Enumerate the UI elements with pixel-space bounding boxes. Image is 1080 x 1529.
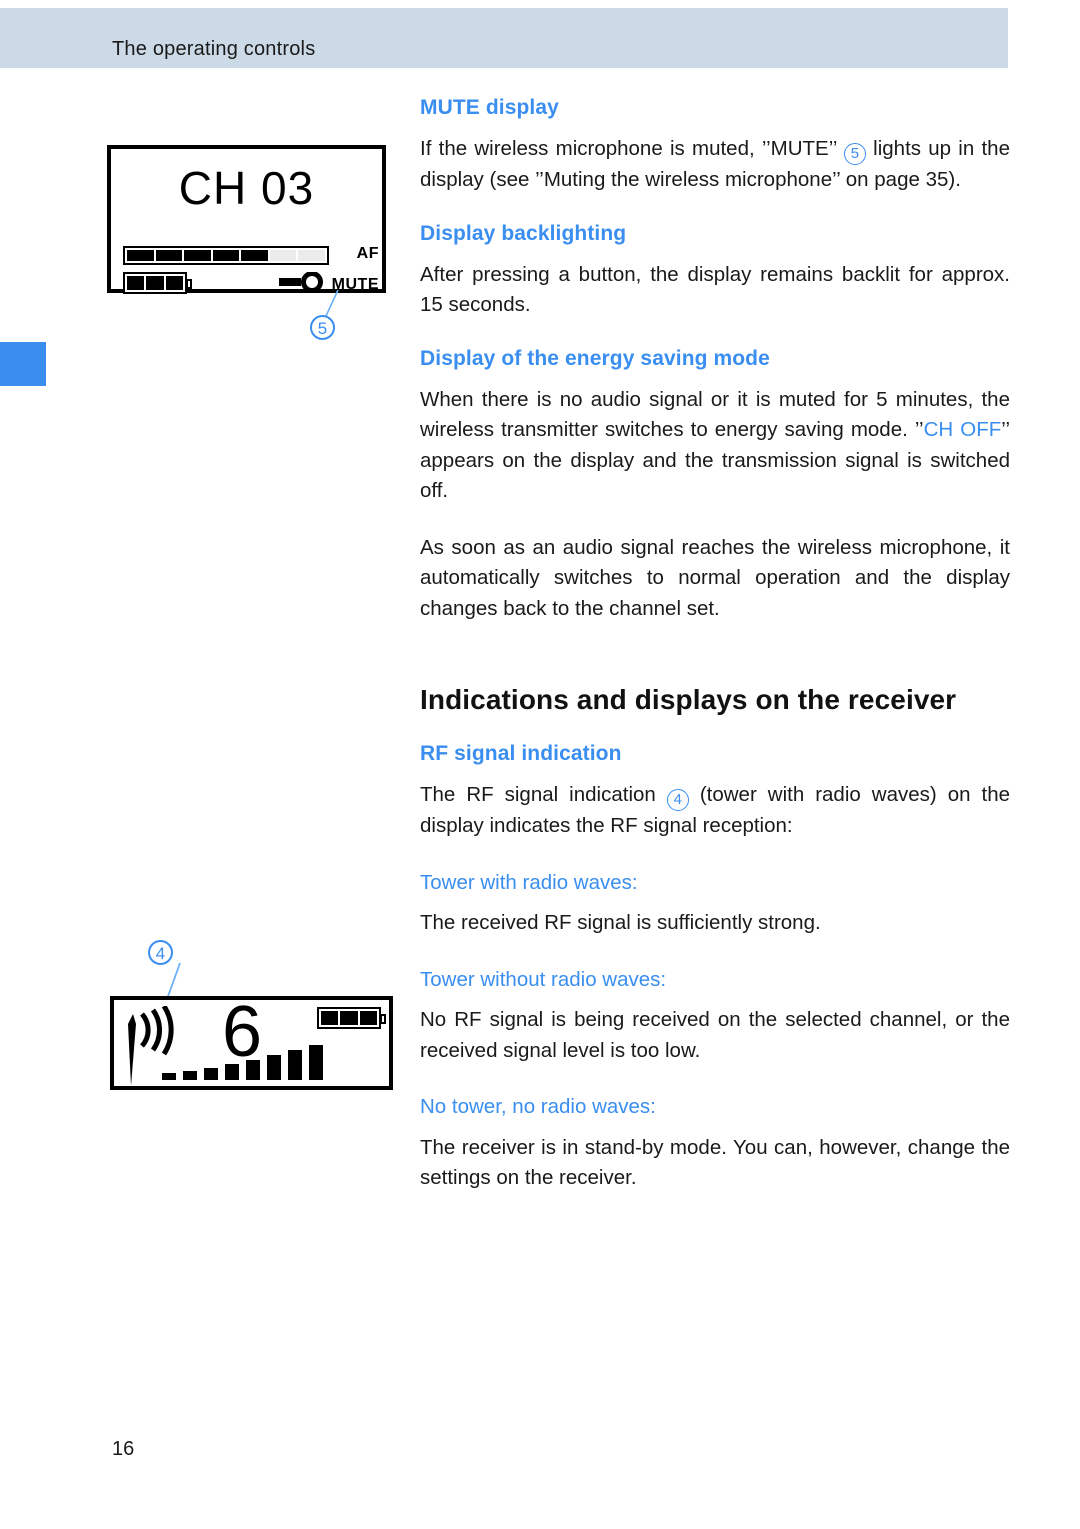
page-header-title: The operating controls xyxy=(112,38,316,60)
heading-indications-receiver: Indications and displays on the receiver xyxy=(420,684,957,715)
ch-off-highlight: CH OFF xyxy=(923,418,1002,441)
receiver-lcd-figure: 6 xyxy=(110,996,393,1090)
battery-cell xyxy=(165,276,183,290)
af-label: AF xyxy=(356,245,379,262)
callout-marker-5: 5 xyxy=(310,315,335,340)
energy-body-part-1: When there is no audio signal or it is m… xyxy=(420,387,1010,442)
battery-icon xyxy=(123,272,192,294)
rf-bar xyxy=(267,1055,281,1080)
paragraph-tower-without-waves: No RF signal is being received on the se… xyxy=(420,1008,1010,1062)
paragraph-rf-signal-indication: The RF signal indication 4 (tower with r… xyxy=(420,780,1010,842)
label-tower-with-waves: Tower with radio waves: xyxy=(420,870,638,894)
battery-terminal xyxy=(186,279,192,289)
heading-display-backlighting: Display backlighting xyxy=(420,221,627,245)
heading-rf-signal-indication: RF signal indication xyxy=(420,742,622,765)
mute-body-part-1: If the wireless microphone is muted, ’’M… xyxy=(420,137,837,160)
battery-terminal xyxy=(380,1014,386,1024)
af-segment xyxy=(184,250,211,261)
inline-callout-4: 4 xyxy=(666,789,689,811)
paragraph-energy-saving-2: As soon as an audio signal reaches the w… xyxy=(420,535,1010,620)
rf-bar xyxy=(309,1045,323,1080)
rf-bar xyxy=(183,1071,197,1080)
af-level-bargraph xyxy=(123,246,329,265)
paragraph-mute-display: If the wireless microphone is muted, ’’M… xyxy=(420,134,1010,196)
af-segment xyxy=(298,250,326,261)
af-segment xyxy=(269,250,297,261)
paragraph-no-tower-no-waves: The receiver is in stand-by mode. You ca… xyxy=(420,1135,1010,1190)
af-segment xyxy=(127,250,154,261)
label-no-tower-no-waves: No tower, no radio waves: xyxy=(420,1095,656,1118)
battery-cell xyxy=(359,1011,377,1025)
battery-cell xyxy=(146,276,164,290)
key-icon xyxy=(278,271,325,297)
battery-icon xyxy=(317,1007,386,1029)
page-number: 16 xyxy=(112,1438,135,1460)
af-segment xyxy=(155,250,183,261)
paragraph-energy-saving-1: When there is no audio signal or it is m… xyxy=(420,385,1010,507)
af-level-row: AF xyxy=(123,245,379,267)
main-text-column: MUTE display If the wireless microphone … xyxy=(420,96,1010,1194)
rf-bar xyxy=(162,1073,176,1080)
chapter-edge-tab xyxy=(0,342,46,386)
paragraph-display-backlighting: After pressing a button, the display rem… xyxy=(420,262,1010,317)
transmitter-lcd-figure: CH 03 AF MUTE xyxy=(107,145,386,294)
battery-cell xyxy=(340,1011,358,1025)
rf-body-part-1: The RF signal indication xyxy=(420,783,656,806)
callout-marker-4: 4 xyxy=(148,940,173,965)
rf-level-staircase-bargraph xyxy=(162,1045,323,1080)
inline-callout-5: 5 xyxy=(843,143,866,165)
heading-energy-saving-mode: Display of the energy saving mode xyxy=(420,346,770,370)
rf-bar xyxy=(288,1050,302,1080)
rf-bar xyxy=(204,1068,218,1080)
battery-cell xyxy=(321,1011,339,1025)
battery-cell xyxy=(127,276,145,290)
rf-bar xyxy=(225,1064,239,1080)
heading-mute-display: MUTE display xyxy=(420,96,559,119)
rf-bar xyxy=(246,1060,260,1080)
af-segment xyxy=(241,250,268,261)
callout-5-leader-line xyxy=(325,290,339,316)
paragraph-tower-with-waves: The received RF signal is sufficiently s… xyxy=(420,911,821,934)
label-tower-without-waves: Tower without radio waves: xyxy=(420,967,667,991)
af-segment xyxy=(212,250,240,261)
lcd-channel-text: CH 03 xyxy=(178,162,315,214)
